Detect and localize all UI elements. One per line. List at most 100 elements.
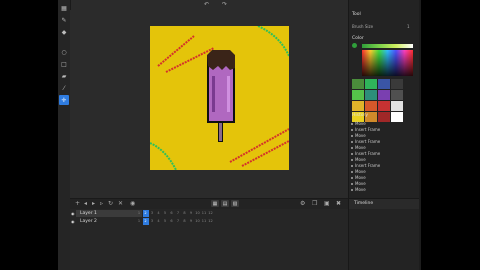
history-dot-icon [351, 171, 353, 173]
color-swatch[interactable] [378, 79, 390, 89]
frame-prev-icon[interactable]: ◂ [84, 200, 87, 207]
frame-cell[interactable]: 1 [136, 218, 142, 225]
layer-row[interactable]: ◉ Layer 1 1 2 3 4 5 6 7 8 9 10 11 12 [70, 210, 348, 217]
timeline-header: Timeline [349, 198, 421, 209]
trash-icon[interactable]: ✖ [336, 200, 341, 207]
right-scrollbar[interactable] [419, 0, 421, 270]
color-swatch[interactable] [391, 101, 403, 111]
history-item[interactable]: Move [355, 169, 366, 174]
history-item[interactable]: Insert Frame [355, 163, 380, 168]
top-bar: ↶ ↷ [70, 0, 348, 10]
frame-cell[interactable]: 10 [195, 210, 201, 217]
history-item[interactable]: Insert Frame [355, 139, 380, 144]
color-swatch[interactable] [365, 101, 377, 111]
history-item[interactable]: Move [355, 145, 366, 150]
history-item[interactable]: Move [355, 121, 366, 126]
layer-mode-button[interactable]: ▤ [221, 200, 229, 207]
settings-icon[interactable]: ⚙ [300, 200, 305, 207]
frame-cell[interactable]: 3 [149, 210, 155, 217]
onion-skin-icon[interactable]: ◉ [130, 200, 135, 207]
color-swatch[interactable] [378, 112, 390, 122]
frame-cell[interactable]: 12 [208, 210, 214, 217]
history-item[interactable]: Insert Frame [355, 127, 380, 132]
history-dot-icon [351, 159, 353, 161]
color-swatch[interactable] [352, 90, 364, 100]
popsicle-chocolate [207, 50, 235, 70]
undo-icon[interactable]: ↶ [204, 1, 209, 8]
color-swatch[interactable] [365, 79, 377, 89]
frame-cell[interactable]: 11 [201, 218, 207, 225]
fill-icon[interactable]: ◆ [59, 27, 69, 37]
primary-color-dot[interactable] [352, 43, 357, 48]
hue-slider[interactable] [362, 44, 413, 48]
redo-icon[interactable]: ↷ [222, 1, 227, 8]
frame-cell[interactable]: 7 [175, 218, 181, 225]
layers-panel: ◉ Layer 1 1 2 3 4 5 6 7 8 9 10 11 12 ◉ Layer 2123456789… [70, 209, 348, 270]
history-item[interactable]: Move [355, 187, 366, 192]
history-item[interactable]: Move [355, 157, 366, 162]
rect-icon[interactable]: □ [59, 59, 69, 69]
frame-cell[interactable]: 6 [169, 210, 175, 217]
brush-size-value[interactable]: 1 [407, 24, 410, 29]
pencil-icon[interactable]: ✎ [59, 15, 69, 25]
eraser-icon[interactable]: ▰ [59, 71, 69, 81]
frame-cell[interactable]: 3 [149, 218, 155, 225]
history-dot-icon [351, 189, 353, 191]
history-item[interactable]: Move [355, 133, 366, 138]
popsicle-shade [212, 76, 215, 112]
color-swatch[interactable] [378, 101, 390, 111]
layer-name: Layer 1 [76, 210, 142, 217]
frame-cell[interactable]: 10 [195, 218, 201, 225]
frame-cell[interactable]: 6 [169, 218, 175, 225]
move-icon[interactable]: ✛ [59, 95, 69, 105]
frame-cell[interactable]: 8 [182, 218, 188, 225]
frame-cell[interactable]: 4 [156, 218, 162, 225]
frame-next-icon[interactable]: ▹ [100, 200, 103, 207]
color-title: Color [352, 36, 364, 41]
play-icon[interactable]: ▸ [92, 200, 95, 207]
eyedropper-icon[interactable]: ⁄ [59, 83, 69, 93]
color-swatch[interactable] [352, 79, 364, 89]
frame-cell[interactable]: 12 [208, 218, 214, 225]
timeline-mode-button[interactable]: ▦ [211, 200, 219, 207]
history-dot-icon [351, 177, 353, 179]
frame-cell[interactable]: 5 [162, 218, 168, 225]
loop-icon[interactable]: ↻ [108, 200, 113, 207]
frames-mode-button[interactable]: ▧ [231, 200, 239, 207]
popsicle-highlight [227, 76, 230, 112]
delete-icon[interactable]: ✕ [118, 200, 123, 207]
canvas-area[interactable] [70, 10, 348, 198]
history-item[interactable]: Move [355, 181, 366, 186]
frame-cell[interactable]: 1 [136, 210, 142, 217]
pixel-canvas[interactable] [150, 26, 289, 170]
popsicle-stick [219, 121, 222, 141]
frame-cell[interactable]: 2 [142, 218, 149, 225]
color-picker[interactable] [362, 50, 413, 76]
copy-icon[interactable]: ❐ [312, 200, 317, 207]
add-frame-icon[interactable]: + [75, 200, 80, 207]
history-item[interactable]: Insert Frame [355, 151, 380, 156]
timeline-title: Timeline [354, 201, 374, 206]
grid-icon[interactable]: ▦ [59, 3, 69, 13]
color-swatch[interactable] [378, 90, 390, 100]
frame-cell[interactable]: 4 [156, 210, 162, 217]
circle-icon[interactable]: ○ [59, 47, 69, 57]
frame-cell[interactable]: 8 [182, 210, 188, 217]
history-title: History [352, 113, 369, 118]
frame-cell[interactable]: 9 [188, 218, 194, 225]
color-swatch[interactable] [391, 79, 403, 89]
history-item[interactable]: Move [355, 175, 366, 180]
visibility-eye-icon[interactable]: ◉ [71, 218, 75, 225]
frame-cell[interactable]: 2 [142, 210, 149, 217]
color-swatch[interactable] [391, 112, 403, 122]
color-swatch[interactable] [365, 90, 377, 100]
frame-cell[interactable]: 11 [201, 210, 207, 217]
visibility-eye-icon[interactable]: ◉ [71, 210, 75, 217]
layer-row[interactable]: ◉ Layer 2 1 2 3 4 5 6 7 8 9 10 11 12 [70, 218, 348, 225]
frame-cell[interactable]: 7 [175, 210, 181, 217]
frame-cell[interactable]: 9 [188, 210, 194, 217]
paste-icon[interactable]: ▣ [324, 200, 330, 207]
frame-cell[interactable]: 5 [162, 210, 168, 217]
color-swatch[interactable] [352, 101, 364, 111]
color-swatch[interactable] [391, 90, 403, 100]
